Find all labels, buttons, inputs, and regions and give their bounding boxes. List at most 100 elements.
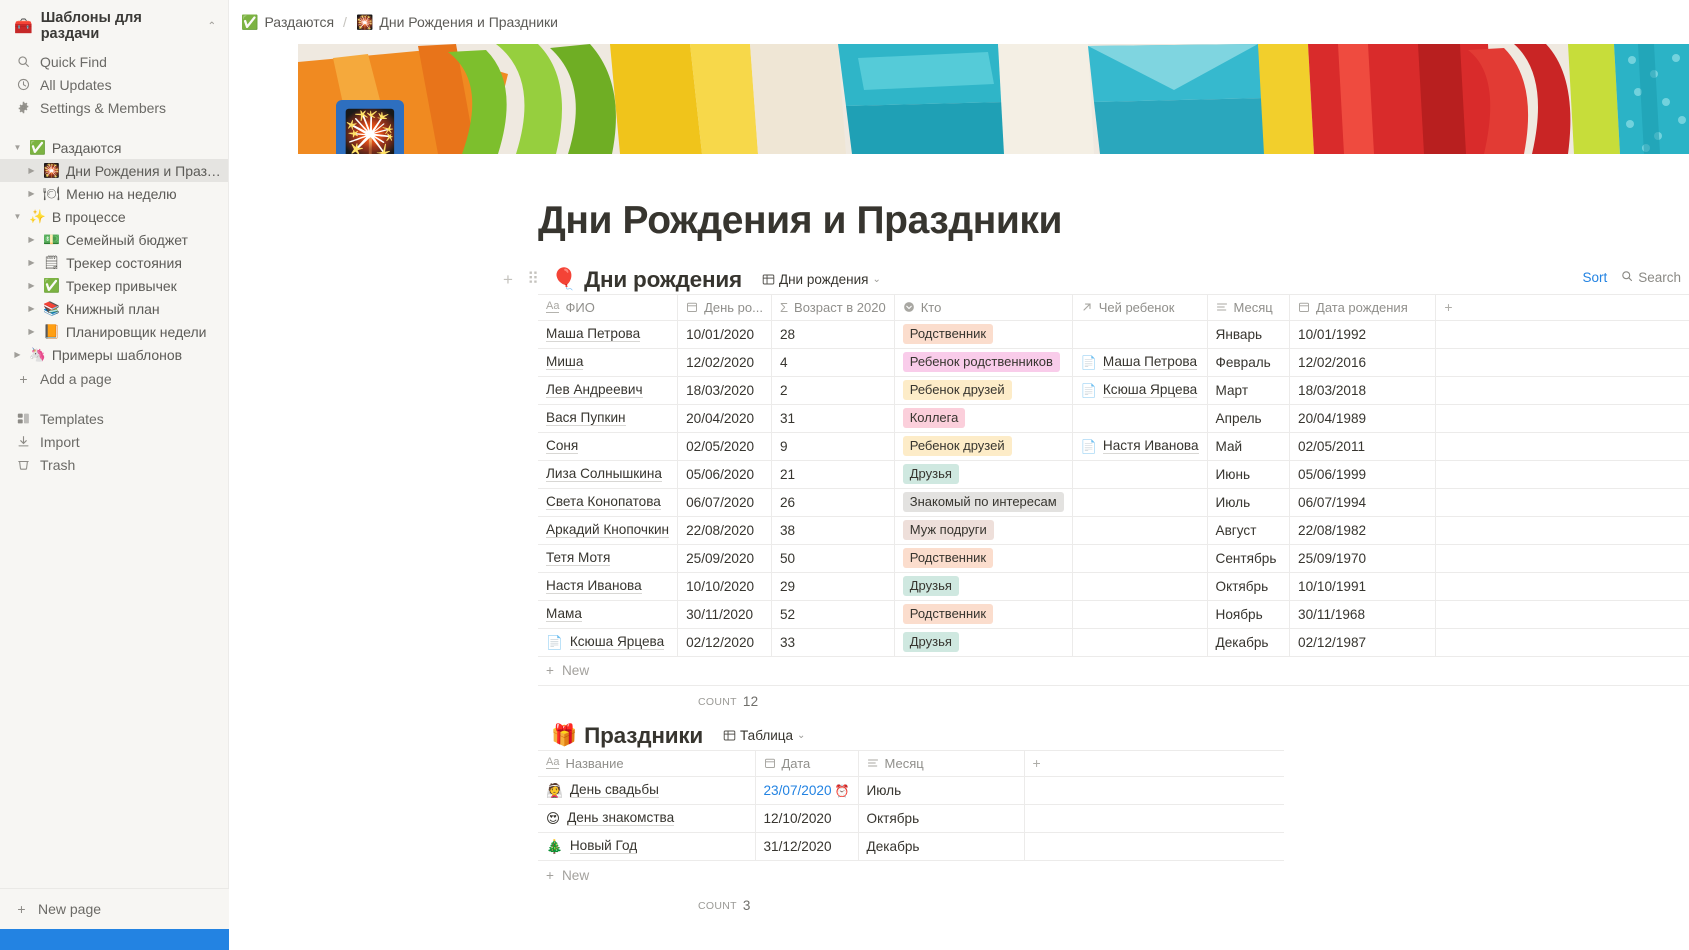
- cell-relation[interactable]: 📄 Маша Петрова: [1072, 348, 1208, 377]
- cell-relation[interactable]: [1072, 460, 1208, 489]
- relation-chip[interactable]: 📄 Маша Петрова: [1081, 354, 1198, 371]
- cell-relation[interactable]: [1072, 404, 1208, 433]
- cell-relation[interactable]: [1072, 320, 1208, 349]
- database-title[interactable]: Дни рождения: [584, 267, 742, 293]
- sort-button[interactable]: Sort: [1582, 270, 1607, 285]
- cell-birthdate[interactable]: 25/09/1970: [1289, 544, 1437, 573]
- cell-relation[interactable]: [1072, 516, 1208, 545]
- column-header-возраст-в-2020[interactable]: Σ Возраст в 2020: [771, 293, 895, 321]
- cell-month[interactable]: Октябрь: [1207, 572, 1291, 601]
- breadcrumb-current[interactable]: 🎇 Дни Рождения и Праздники: [356, 14, 558, 30]
- cell-name[interactable]: Настя Иванова: [538, 572, 679, 601]
- cell-day[interactable]: 30/11/2020: [677, 600, 772, 629]
- cell-empty[interactable]: [1435, 572, 1689, 601]
- cell-empty[interactable]: [1435, 376, 1689, 405]
- disclosure-triangle-icon[interactable]: ▶: [12, 350, 23, 359]
- cell-empty[interactable]: [1435, 460, 1689, 489]
- view-selector-holidays[interactable]: Таблица ⌄: [718, 726, 810, 745]
- sidebar-item-9[interactable]: ▶ 🦄 Примеры шаблонов: [0, 343, 228, 366]
- cell-tag[interactable]: Друзья: [894, 460, 1073, 489]
- column-header-дата-рождения[interactable]: Дата рождения: [1289, 293, 1437, 321]
- cell-age[interactable]: 28: [771, 320, 895, 349]
- cell-age[interactable]: 31: [771, 404, 895, 433]
- table-row[interactable]: Аркадий Кнопочкин 22/08/2020 38 Муж подруги…: [538, 516, 1689, 545]
- column-header-дата[interactable]: Дата: [755, 749, 859, 777]
- cell-date[interactable]: 12/10/2020: [755, 804, 859, 833]
- cell-age[interactable]: 2: [771, 376, 895, 405]
- cell-empty[interactable]: [1024, 776, 1284, 805]
- cell-day[interactable]: 02/05/2020: [677, 432, 772, 461]
- sidebar-item-3[interactable]: ▼ ✨ В процессе: [0, 205, 228, 228]
- cell-day[interactable]: 02/12/2020: [677, 628, 772, 657]
- cell-age[interactable]: 50: [771, 544, 895, 573]
- cell-day[interactable]: 22/08/2020: [677, 516, 772, 545]
- cell-empty[interactable]: [1435, 628, 1689, 657]
- cell-month[interactable]: Июль: [858, 776, 1025, 805]
- cell-birthdate[interactable]: 30/11/1968: [1289, 600, 1437, 629]
- cell-name[interactable]: 📄 Ксюша Ярцева: [538, 628, 679, 657]
- cell-tag[interactable]: Ребенок родственников: [894, 348, 1073, 377]
- column-header-название[interactable]: Aa Название: [538, 749, 756, 777]
- cell-month[interactable]: Август: [1207, 516, 1291, 545]
- sidebar-item-5[interactable]: ▶ 🗒 Трекер состояния: [0, 251, 228, 274]
- cell-month[interactable]: Октябрь: [858, 804, 1025, 833]
- table-row[interactable]: Настя Иванова 10/10/2020 29 Друзья Октябрь 10…: [538, 572, 1689, 601]
- cell-tag[interactable]: Муж подруги: [894, 516, 1073, 545]
- cell-month[interactable]: Декабрь: [1207, 628, 1291, 657]
- cell-empty[interactable]: [1435, 348, 1689, 377]
- cell-age[interactable]: 4: [771, 348, 895, 377]
- cell-tag[interactable]: Друзья: [894, 572, 1073, 601]
- table-row[interactable]: Света Конопатова 06/07/2020 26 Знакомый по …: [538, 488, 1689, 517]
- count-summary-birthdays[interactable]: COUNT 12: [538, 686, 1689, 718]
- disclosure-triangle-icon[interactable]: ▼: [12, 212, 23, 221]
- cell-empty[interactable]: [1435, 432, 1689, 461]
- column-header-кто[interactable]: Кто: [894, 293, 1073, 321]
- cell-relation[interactable]: 📄 Настя Иванова: [1072, 432, 1208, 461]
- relation-chip[interactable]: 📄 Ксюша Ярцева: [1081, 382, 1198, 399]
- cell-empty[interactable]: [1435, 600, 1689, 629]
- cell-age[interactable]: 26: [771, 488, 895, 517]
- cell-empty[interactable]: [1435, 516, 1689, 545]
- cell-month[interactable]: Март: [1207, 376, 1291, 405]
- table-row[interactable]: 👰 День свадьбы 23/07/2020 ⏰ Июль: [538, 776, 1284, 805]
- sidebar-item-7[interactable]: ▶ 📚 Книжный план: [0, 297, 228, 320]
- cell-tag[interactable]: Друзья: [894, 628, 1073, 657]
- disclosure-triangle-icon[interactable]: ▶: [26, 281, 37, 290]
- sidebar-item-6[interactable]: ▶ ✅ Трекер привычек: [0, 274, 228, 297]
- cell-tag[interactable]: Ребенок друзей: [894, 376, 1073, 405]
- cell-name[interactable]: Соня: [538, 432, 679, 461]
- table-row[interactable]: Маша Петрова 10/01/2020 28 Родственник Январ…: [538, 320, 1689, 349]
- cell-relation[interactable]: [1072, 488, 1208, 517]
- cell-month[interactable]: Июль: [1207, 488, 1291, 517]
- sidebar-item-settings-members[interactable]: Settings & Members: [0, 96, 228, 119]
- search-button[interactable]: Search: [1621, 270, 1681, 285]
- cell-age[interactable]: 38: [771, 516, 895, 545]
- add-block-icon[interactable]: +: [499, 271, 517, 288]
- new-page-button[interactable]: + New page: [0, 889, 229, 929]
- sidebar-add-page-button[interactable]: + Add a page: [0, 367, 228, 390]
- cell-day[interactable]: 18/03/2020: [677, 376, 772, 405]
- cell-birthdate[interactable]: 22/08/1982: [1289, 516, 1437, 545]
- cell-age[interactable]: 9: [771, 432, 895, 461]
- cell-birthdate[interactable]: 02/05/2011: [1289, 432, 1437, 461]
- cell-birthdate[interactable]: 12/02/2016: [1289, 348, 1437, 377]
- cell-day[interactable]: 20/04/2020: [677, 404, 772, 433]
- cell-birthdate[interactable]: 06/07/1994: [1289, 488, 1437, 517]
- cell-month[interactable]: Декабрь: [858, 832, 1025, 861]
- cell-tag[interactable]: Родственник: [894, 320, 1073, 349]
- cell-birthdate[interactable]: 10/10/1991: [1289, 572, 1437, 601]
- view-selector-birthdays[interactable]: Дни рождения ⌄: [757, 270, 886, 289]
- cell-relation[interactable]: [1072, 572, 1208, 601]
- cell-day[interactable]: 10/01/2020: [677, 320, 772, 349]
- sidebar-item-templates[interactable]: Templates: [0, 407, 228, 430]
- cell-name[interactable]: Лиза Солнышкина: [538, 460, 679, 489]
- cell-tag[interactable]: Родственник: [894, 600, 1073, 629]
- table-row[interactable]: Тетя Мотя 25/09/2020 50 Родственник Сентябрь…: [538, 544, 1689, 573]
- cell-age[interactable]: 29: [771, 572, 895, 601]
- cell-empty[interactable]: [1024, 832, 1284, 861]
- cell-date[interactable]: 31/12/2020: [755, 832, 859, 861]
- sidebar-item-quick-find[interactable]: Quick Find: [0, 50, 228, 73]
- cell-empty[interactable]: [1435, 488, 1689, 517]
- disclosure-triangle-icon[interactable]: ▶: [26, 166, 37, 175]
- cell-name[interactable]: Лев Андреевич: [538, 376, 679, 405]
